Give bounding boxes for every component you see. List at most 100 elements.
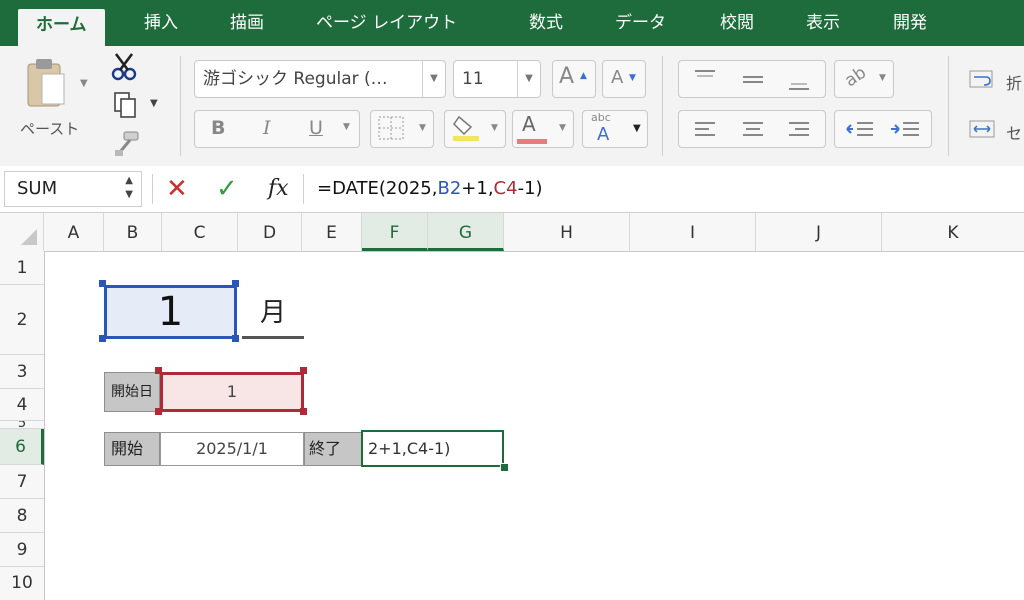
arrow-down-icon: ▼ xyxy=(629,73,636,83)
insert-function-fx-icon[interactable]: fx xyxy=(268,172,289,206)
paste-button[interactable]: ▼ ペースト xyxy=(18,54,92,140)
formula-ref-c4: C4 xyxy=(493,178,518,199)
font-size-value: 11 xyxy=(462,69,484,89)
phonetic-guide-button[interactable]: abc A ▼ xyxy=(582,110,648,148)
chevron-down-icon: ▼ xyxy=(633,123,641,134)
column-header-i[interactable]: I xyxy=(630,213,756,251)
paste-dropdown-icon[interactable]: ▼ xyxy=(80,78,88,89)
row-header-6[interactable]: 6 xyxy=(0,429,44,465)
cut-scissors-icon[interactable] xyxy=(110,52,138,82)
align-center-icon[interactable] xyxy=(733,115,773,145)
tab-view[interactable]: 表示 xyxy=(806,6,840,40)
chevron-down-icon: ▼ xyxy=(491,123,498,133)
decrease-indent-icon[interactable] xyxy=(841,115,881,145)
align-middle-icon[interactable] xyxy=(733,65,773,95)
column-header-a[interactable]: A xyxy=(44,213,104,251)
name-box[interactable]: SUM ▲ ▼ xyxy=(4,171,142,207)
tab-review[interactable]: 校閲 xyxy=(720,6,754,40)
tab-insert[interactable]: 挿入 xyxy=(144,6,178,40)
tab-data[interactable]: データ xyxy=(615,6,666,40)
row-header-5[interactable]: 5 xyxy=(0,421,44,429)
font-name-select[interactable]: 游ゴシック Regular (… ▼ xyxy=(194,60,446,98)
phonetic-top: abc xyxy=(591,111,611,124)
column-header-e[interactable]: E xyxy=(302,213,362,251)
column-header-h[interactable]: H xyxy=(504,213,630,251)
formula-bar: SUM ▲ ▼ ✕ ✓ fx =DATE(2025,B2+1,C4-1) xyxy=(0,166,1024,213)
cell-c6[interactable]: 2025/1/1 xyxy=(160,432,304,466)
cell-f6-editing[interactable]: 2+1,C4-1) xyxy=(361,430,504,467)
name-box-spinner-icon[interactable]: ▲ ▼ xyxy=(125,174,133,202)
align-right-icon[interactable] xyxy=(779,115,819,145)
ref-handle xyxy=(232,280,239,287)
column-header-j[interactable]: J xyxy=(756,213,882,251)
align-top-icon[interactable] xyxy=(685,65,725,95)
formula-text: =DATE(2025, xyxy=(317,178,438,199)
column-header-c[interactable]: C xyxy=(162,213,238,251)
merge-label: セ xyxy=(1006,124,1023,143)
tab-page-layout[interactable]: ページ レイアウト xyxy=(316,6,457,40)
row-header-bar: 1 2 3 4 5 6 7 8 9 10 xyxy=(0,251,45,600)
row-header-2[interactable]: 2 xyxy=(0,285,44,355)
underline-button[interactable]: U xyxy=(309,117,323,139)
formula-input[interactable]: =DATE(2025,B2+1,C4-1) xyxy=(317,172,543,206)
underline-dropdown-icon[interactable]: ▼ xyxy=(343,122,350,132)
align-bottom-icon[interactable] xyxy=(779,65,819,95)
cell-b2[interactable]: 1 xyxy=(104,285,237,339)
merge-center-button[interactable]: セ xyxy=(968,118,1024,144)
font-size-select[interactable]: 11 ▼ xyxy=(453,60,541,98)
row-header-1[interactable]: 1 xyxy=(0,251,44,285)
paint-bucket-icon xyxy=(453,115,479,141)
arrow-up-icon: ▲ xyxy=(580,71,587,81)
text-angle-icon: ab xyxy=(841,62,871,92)
row-header-4[interactable]: 4 xyxy=(0,389,44,421)
grow-font-button[interactable]: A ▲ xyxy=(552,60,596,98)
formula-bar-divider xyxy=(303,174,304,204)
cancel-x-icon[interactable]: ✕ xyxy=(166,172,188,206)
borders-button[interactable]: ▼ xyxy=(370,110,434,148)
shrink-font-button[interactable]: A ▼ xyxy=(602,60,646,98)
row-header-8[interactable]: 8 xyxy=(0,499,44,533)
format-painter-icon[interactable] xyxy=(112,130,142,158)
cell-d2[interactable]: 月 xyxy=(242,290,304,336)
formula-bar-divider xyxy=(152,174,153,204)
cell-e6[interactable]: 終了 xyxy=(304,432,362,466)
italic-button[interactable]: I xyxy=(263,117,271,139)
fill-handle[interactable] xyxy=(500,463,509,472)
orientation-button[interactable]: ab ▼ xyxy=(834,60,894,98)
wrap-text-icon xyxy=(969,70,993,88)
row-header-10[interactable]: 10 xyxy=(0,567,44,600)
select-all-triangle-icon xyxy=(21,229,37,245)
indent-group xyxy=(834,110,932,148)
row-header-7[interactable]: 7 xyxy=(0,465,44,499)
ref-handle xyxy=(155,367,162,374)
row-header-3[interactable]: 3 xyxy=(0,355,44,389)
row-header-9[interactable]: 9 xyxy=(0,533,44,567)
column-header-f[interactable]: F xyxy=(362,213,428,251)
fill-color-button[interactable]: ▼ xyxy=(444,110,506,148)
increase-indent-icon[interactable] xyxy=(887,115,927,145)
ref-handle xyxy=(155,408,162,415)
phonetic-bottom: A xyxy=(597,124,610,145)
copy-icon[interactable] xyxy=(112,90,140,120)
bold-button[interactable]: B xyxy=(211,117,225,139)
select-all-corner[interactable] xyxy=(0,213,44,251)
clipboard-icon xyxy=(27,59,65,107)
tab-formulas[interactable]: 数式 xyxy=(529,6,563,40)
copy-dropdown-icon[interactable]: ▼ xyxy=(150,98,158,109)
cell-c4[interactable]: 1 xyxy=(160,372,304,412)
tab-draw[interactable]: 描画 xyxy=(230,6,264,40)
wrap-text-button[interactable]: 折 xyxy=(968,68,1024,94)
align-left-icon[interactable] xyxy=(685,115,725,145)
tab-developer[interactable]: 開発 xyxy=(893,6,927,40)
ref-handle xyxy=(99,280,106,287)
column-header-d[interactable]: D xyxy=(238,213,302,251)
column-header-b[interactable]: B xyxy=(104,213,162,251)
column-header-g[interactable]: G xyxy=(428,213,504,251)
font-color-button[interactable]: A ▼ xyxy=(512,110,574,148)
cell-b4[interactable]: 開始日 xyxy=(104,372,160,412)
tab-home[interactable]: ホーム xyxy=(18,9,105,46)
cell-b6[interactable]: 開始 xyxy=(104,432,160,466)
enter-check-icon[interactable]: ✓ xyxy=(216,172,238,206)
ref-handle xyxy=(232,335,239,342)
column-header-k[interactable]: K xyxy=(882,213,1024,251)
